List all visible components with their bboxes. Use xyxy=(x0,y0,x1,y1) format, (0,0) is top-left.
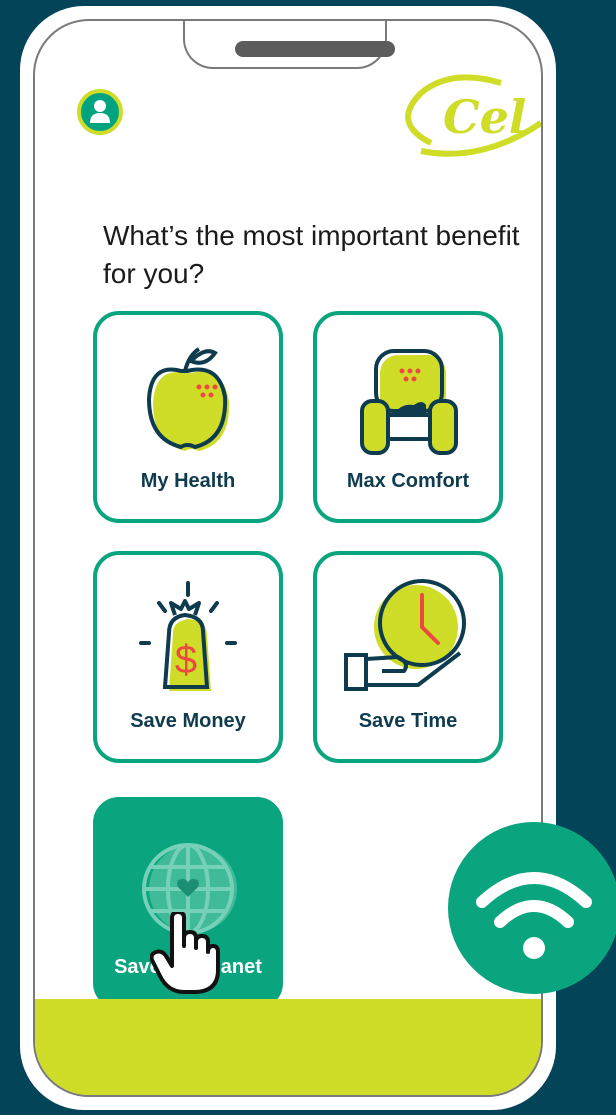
question-title: What’s the most important benefit for yo… xyxy=(103,220,520,289)
user-profile-button[interactable] xyxy=(77,89,123,135)
option-label: My Health xyxy=(140,470,236,492)
hand-pointer-icon xyxy=(150,912,220,994)
bottom-bar xyxy=(35,999,541,1095)
logo-text: Cel xyxy=(443,90,526,144)
option-my-health[interactable]: My Health xyxy=(93,311,283,523)
option-label: Max Comfort xyxy=(346,470,470,492)
money-bag-icon: $ xyxy=(139,581,237,691)
armchair-icon xyxy=(360,349,458,455)
svg-text:$: $ xyxy=(175,638,197,682)
option-max-comfort[interactable]: Max Comfort xyxy=(313,311,503,523)
option-label: Save Time xyxy=(358,710,458,732)
option-save-time[interactable]: Save Time xyxy=(313,551,503,763)
brand-logo: Cel xyxy=(405,74,541,157)
wifi-icon xyxy=(448,822,616,994)
option-label: Save Money xyxy=(130,710,246,732)
apple-icon xyxy=(146,347,230,451)
phone-speaker xyxy=(235,41,395,57)
option-save-money[interactable]: $ Save Money xyxy=(93,551,283,763)
user-icon xyxy=(90,100,110,123)
clock-hand-icon xyxy=(344,579,466,691)
